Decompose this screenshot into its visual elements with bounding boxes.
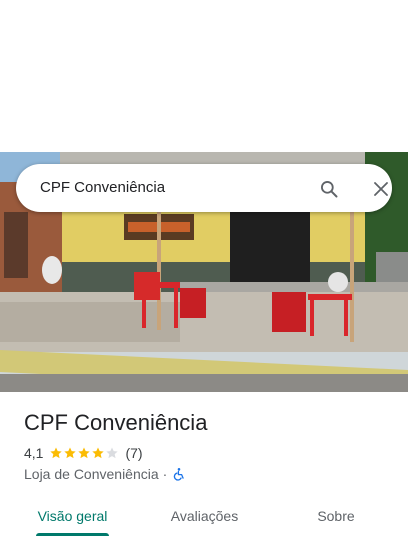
star-icon — [50, 447, 63, 459]
separator: · — [162, 466, 168, 482]
star-icon — [64, 447, 77, 459]
place-title: CPF Conveniência — [24, 410, 208, 435]
category-row: Loja de Conveniência · — [24, 465, 186, 483]
search-icon — [321, 181, 338, 198]
rating-value: 4,1 — [24, 445, 44, 461]
active-tab-indicator — [36, 533, 109, 536]
close-icon — [374, 182, 388, 196]
rating-row[interactable]: 4,1 (7) — [24, 444, 143, 462]
search-input[interactable]: CPF Conveniência — [40, 179, 165, 196]
review-count[interactable]: (7) — [125, 445, 142, 461]
star-rating — [49, 446, 119, 460]
close-button[interactable] — [368, 176, 394, 202]
search-button[interactable] — [316, 176, 342, 202]
tab-bar: Visão geral Avaliações Sobre — [0, 496, 408, 540]
tab-overview[interactable]: Visão geral — [24, 496, 121, 536]
search-bar[interactable]: CPF Conveniência — [16, 164, 392, 212]
place-category: Loja de Conveniência — [24, 466, 159, 482]
star-icon — [78, 447, 91, 459]
tab-reviews[interactable]: Avaliações — [156, 496, 253, 536]
tab-about[interactable]: Sobre — [288, 496, 384, 536]
star-icon — [92, 447, 105, 459]
wheelchair-icon — [172, 467, 186, 481]
star-icon — [106, 447, 119, 459]
